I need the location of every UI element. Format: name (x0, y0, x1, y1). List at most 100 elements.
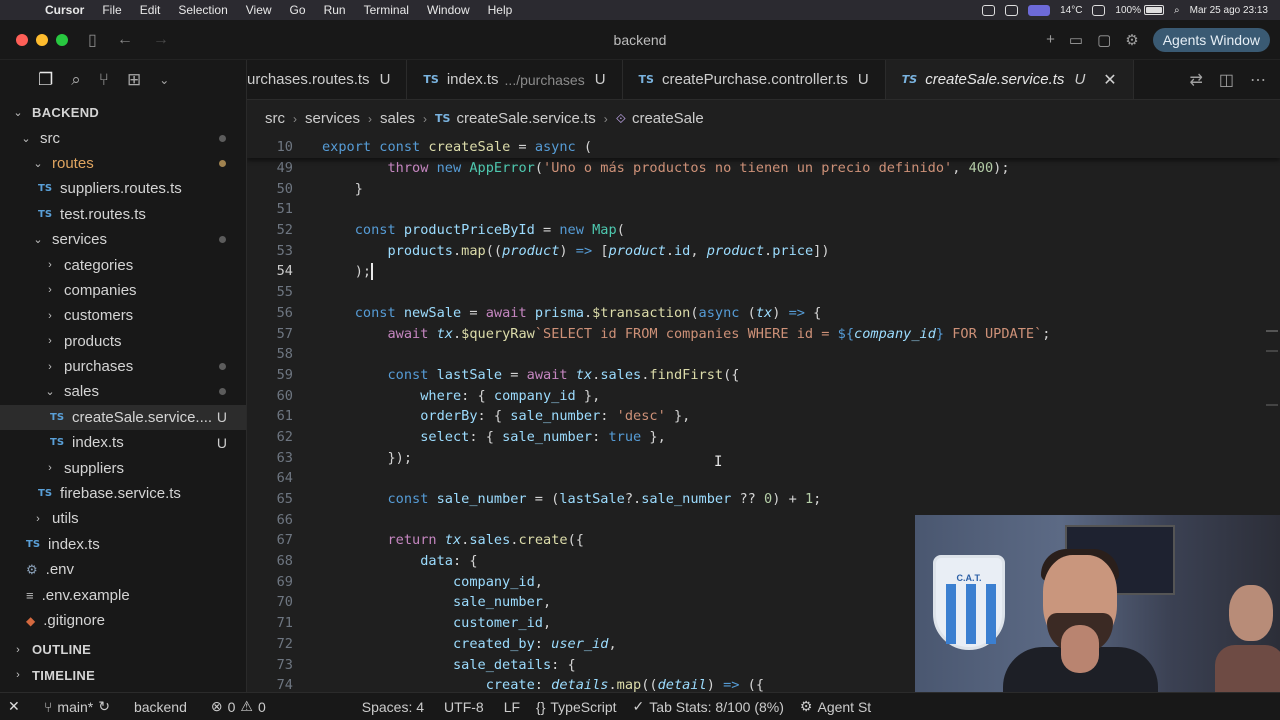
folder-row[interactable]: ⌄ sales (0, 379, 246, 404)
folder-row[interactable]: › purchases (0, 354, 246, 379)
file-row[interactable]: TS index.ts (0, 532, 246, 557)
weather-label[interactable]: 14°C (1060, 5, 1082, 16)
compare-changes-icon[interactable]: ⇄ (1189, 70, 1202, 90)
file-row[interactable]: TS createSale.service.... U (0, 404, 246, 431)
menu-terminal[interactable]: Terminal (355, 3, 418, 17)
datetime-label[interactable]: Mar 25 ago 23:13 (1190, 5, 1268, 16)
sync-icon[interactable]: ↻ (98, 698, 110, 715)
search-icon[interactable]: ⌕ (1174, 5, 1180, 16)
code-line[interactable]: 61 orderBy: { sale_number: 'desc' }, (247, 406, 1280, 427)
sticky-scroll-line[interactable]: 10 export const createSale = async ( (247, 137, 1280, 158)
close-window-icon[interactable] (16, 33, 28, 46)
scrollbar-marker[interactable] (1266, 350, 1278, 352)
layout-icon[interactable]: ▭ (1069, 31, 1083, 49)
folder-row[interactable]: › utils (0, 506, 246, 531)
problems-indicator[interactable]: ⊗ 0 ⚠ 0 (195, 698, 274, 715)
menu-window[interactable]: Window (418, 3, 479, 17)
code-line[interactable]: 65 const sale_number = (lastSale?.sale_n… (247, 489, 1280, 510)
source-control-icon[interactable]: ⑂ (99, 70, 109, 90)
workspace-folder[interactable]: backend (118, 699, 195, 715)
code-line[interactable]: 57 await tx.$queryRaw`SELECT id FROM com… (247, 323, 1280, 344)
folder-row[interactable]: › categories (0, 252, 246, 277)
code-line[interactable]: 56 const newSale = await prisma.$transac… (247, 303, 1280, 324)
forward-arrow-icon[interactable]: → (153, 31, 169, 49)
menu-help[interactable]: Help (479, 3, 522, 17)
agent-status[interactable]: ⚙ Agent St (792, 698, 879, 715)
menu-selection[interactable]: Selection (169, 3, 236, 17)
breadcrumb-src[interactable]: src (265, 110, 285, 127)
code-line[interactable]: 58 (247, 344, 1280, 365)
code-line[interactable]: 50 } (247, 178, 1280, 199)
file-row[interactable]: TS test.routes.ts (0, 202, 246, 227)
code-line[interactable]: 59 const lastSale = await tx.sales.findF… (247, 365, 1280, 386)
chevron-down-icon[interactable]: ⌄ (159, 73, 169, 87)
outline-section-header[interactable]: › OUTLINE (0, 637, 246, 662)
menu-app-name[interactable]: Cursor (36, 3, 93, 17)
menu-edit[interactable]: Edit (131, 3, 170, 17)
file-row[interactable]: TS suppliers.routes.ts (0, 176, 246, 201)
control-center-icon[interactable] (1092, 4, 1106, 16)
minimize-window-icon[interactable] (36, 33, 48, 46)
menu-file[interactable]: File (93, 3, 130, 17)
more-actions-icon[interactable]: ⋯ (1250, 70, 1266, 90)
file-row[interactable]: ≡ .env.example (0, 582, 246, 607)
agents-window-button[interactable]: Agents Window (1152, 27, 1270, 52)
indentation-setting[interactable]: Spaces: 4 (354, 699, 432, 715)
menu-run[interactable]: Run (315, 3, 355, 17)
breadcrumb-symbol[interactable]: createSale (632, 110, 704, 127)
explorer-root-header[interactable]: ⌄ BACKEND (0, 100, 246, 125)
tab-create-purchase-controller[interactable]: TS createPurchase.controller.ts U (623, 60, 886, 99)
folder-row[interactable]: › products (0, 329, 246, 354)
code-line[interactable]: 63 }); (247, 447, 1280, 468)
breadcrumb-services[interactable]: services (305, 110, 360, 127)
folder-row[interactable]: ⌄ routes (0, 151, 246, 176)
code-line[interactable]: 52 const productPriceById = new Map( (247, 220, 1280, 241)
file-row[interactable]: TS firebase.service.ts (0, 481, 246, 506)
tab-purchases-routes[interactable]: urchases.routes.ts U (247, 60, 408, 99)
code-line[interactable]: 62 select: { sale_number: true }, (247, 427, 1280, 448)
recording-icon[interactable] (1028, 4, 1051, 16)
battery-indicator[interactable]: 100% (1115, 5, 1164, 16)
screen-share-icon[interactable] (1005, 4, 1019, 16)
code-line[interactable]: 49 throw new AppError('Uno o más product… (247, 158, 1280, 179)
maximize-window-icon[interactable] (56, 33, 68, 46)
file-row[interactable]: ⚙ .env (0, 557, 246, 582)
code-line[interactable]: 54 ); (247, 261, 1280, 282)
search-icon[interactable]: ⌕ (71, 70, 81, 90)
toggle-sidebar-icon[interactable]: ▯ (88, 30, 97, 50)
code-line[interactable]: 53 products.map((product) => [product.id… (247, 240, 1280, 261)
code-line[interactable]: 51 (247, 199, 1280, 220)
timeline-section-header[interactable]: › TIMELINE (0, 663, 246, 688)
file-row[interactable]: ◆ .gitignore (0, 608, 246, 633)
tab-stats[interactable]: ✓ Tab Stats: 8/100 (8%) (625, 698, 792, 715)
back-arrow-icon[interactable]: ← (117, 31, 133, 49)
folder-row[interactable]: ⌄ src (0, 125, 246, 150)
encoding-setting[interactable]: UTF-8 (432, 699, 492, 715)
folder-row[interactable]: › suppliers (0, 455, 246, 480)
chat-icon[interactable]: ▢ (1097, 31, 1111, 49)
new-tab-icon[interactable]: + (1046, 31, 1055, 48)
eol-setting[interactable]: LF (492, 699, 528, 715)
code-line[interactable]: 64 (247, 468, 1280, 489)
code-line[interactable]: 55 (247, 282, 1280, 303)
explorer-files-icon[interactable]: ❐ (38, 70, 53, 90)
folder-row[interactable]: ⌄ services (0, 227, 246, 252)
close-tab-icon[interactable]: ✕ (1103, 70, 1116, 90)
menu-view[interactable]: View (237, 3, 281, 17)
settings-gear-icon[interactable]: ⚙ (1125, 31, 1138, 49)
scrollbar-marker[interactable] (1266, 404, 1278, 406)
shield-icon[interactable] (982, 4, 996, 16)
menu-go[interactable]: Go (281, 3, 315, 17)
language-mode[interactable]: {} TypeScript (528, 699, 625, 715)
remote-indicator-icon[interactable]: ✕ (0, 698, 36, 715)
tab-index-purchases[interactable]: TS index.ts .../purchases U (407, 60, 623, 99)
file-row[interactable]: TS index.ts U (0, 430, 246, 455)
scrollbar-marker[interactable] (1266, 330, 1278, 332)
extensions-icon[interactable]: ⊞ (127, 70, 141, 90)
folder-row[interactable]: › companies (0, 278, 246, 303)
breadcrumb-file[interactable]: createSale.service.ts (456, 110, 595, 127)
folder-row[interactable]: › customers (0, 303, 246, 328)
git-branch-item[interactable]: ⑂ main* ↻ (36, 698, 118, 715)
code-line[interactable]: 60 where: { company_id }, (247, 385, 1280, 406)
split-editor-icon[interactable]: ◫ (1219, 70, 1234, 90)
